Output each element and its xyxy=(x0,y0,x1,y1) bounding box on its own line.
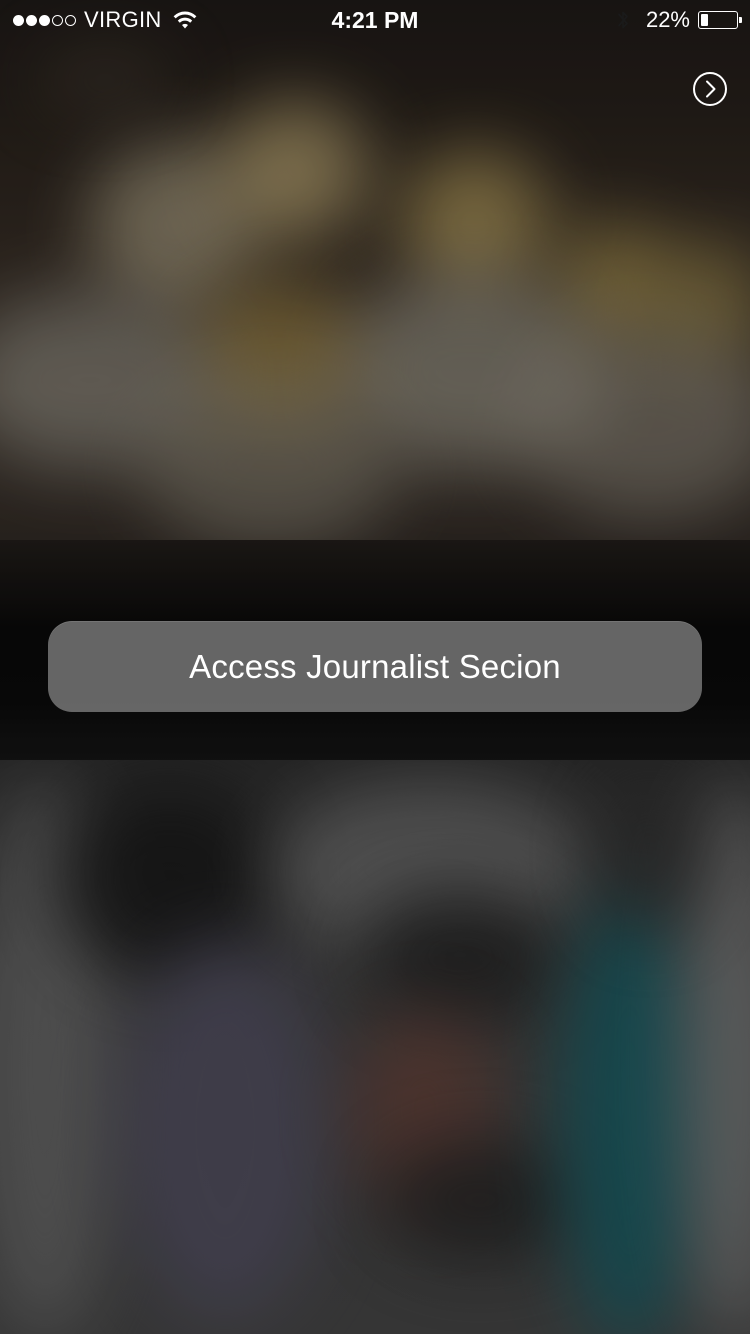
battery-level-fill xyxy=(701,14,708,26)
background-photo-top xyxy=(0,0,750,560)
status-bar-right: 22% xyxy=(616,7,742,33)
access-journalist-section-label: Access Journalist Secion xyxy=(189,647,561,685)
battery-icon xyxy=(698,11,742,29)
next-button[interactable] xyxy=(692,71,728,107)
bluetooth-icon xyxy=(618,11,628,29)
access-journalist-section-button[interactable]: Access Journalist Secion xyxy=(48,621,702,712)
background-photo-bottom xyxy=(0,760,750,1334)
battery-percentage: 22% xyxy=(645,7,690,32)
screen: VIRGIN 4:21 PM 22% Access Journalist Sec… xyxy=(0,0,750,1334)
status-bar: VIRGIN 4:21 PM 22% xyxy=(0,0,750,40)
battery-nub xyxy=(739,17,742,23)
chevron-right-circle-icon xyxy=(693,72,727,106)
